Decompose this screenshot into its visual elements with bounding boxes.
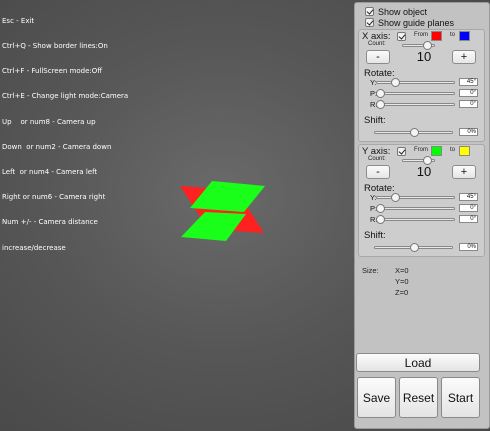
y-shift-thumb[interactable]	[410, 243, 419, 252]
x-shift-thumb[interactable]	[410, 128, 419, 137]
x-rotate-p-value[interactable]: 0°	[459, 89, 478, 97]
y-rotate-p-value[interactable]: 0°	[459, 204, 478, 212]
y-count-slider[interactable]	[402, 156, 435, 165]
x-shift-value[interactable]: 0%	[459, 128, 478, 136]
y-axis-group: Y axis: From to Count: - 10 + Rotate: Y:…	[358, 144, 485, 257]
x-to-label: to	[450, 32, 456, 38]
x-axis-group: X axis: From to Count: - 10 + Rotate: Y:…	[358, 29, 485, 142]
x-rotate-r-thumb[interactable]	[376, 100, 385, 109]
y-count-label: Count:	[368, 156, 386, 162]
y-from-label: From	[414, 147, 428, 153]
size-z-value: Z=0	[395, 288, 409, 297]
x-count-slider[interactable]	[402, 41, 435, 50]
size-label: Size:	[362, 266, 379, 275]
y-axis-checkbox[interactable]	[397, 147, 406, 156]
x-rotate-y-value[interactable]: 45°	[459, 78, 478, 86]
x-count-minus-button[interactable]: -	[366, 50, 390, 64]
start-button[interactable]: Start	[441, 377, 480, 418]
y-to-label: to	[450, 147, 456, 153]
y-shift-slider[interactable]	[374, 243, 453, 252]
show-guide-planes-label: Show guide planes	[378, 17, 455, 28]
y-rotate-p-slider[interactable]	[376, 204, 455, 213]
y-shift-label: Shift:	[364, 230, 386, 241]
y-rotate-r-thumb[interactable]	[376, 215, 385, 224]
show-object-row[interactable]: Show object	[365, 6, 427, 17]
x-rotate-r-slider[interactable]	[376, 100, 455, 109]
x-count-plus-button[interactable]: +	[452, 50, 476, 64]
x-from-color-swatch[interactable]	[431, 31, 442, 41]
y-rotate-p-thumb[interactable]	[376, 204, 385, 213]
show-object-checkbox[interactable]	[365, 7, 374, 16]
x-rotate-y-slider[interactable]	[376, 78, 455, 87]
y-from-color-swatch[interactable]	[431, 146, 442, 156]
y-count-value: 10	[416, 164, 432, 179]
size-y-value: Y=0	[395, 277, 409, 286]
size-x-value: X=0	[395, 266, 409, 275]
x-rotate-p-slider[interactable]	[376, 89, 455, 98]
y-shift-value[interactable]: 0%	[459, 243, 478, 251]
load-button[interactable]: Load	[356, 353, 480, 372]
x-shift-label: Shift:	[364, 115, 386, 126]
y-rotate-y-thumb[interactable]	[391, 193, 400, 202]
x-rotate-label: Rotate:	[364, 68, 395, 79]
green-plane-top	[190, 181, 265, 212]
x-rotate-p-thumb[interactable]	[376, 89, 385, 98]
save-button[interactable]: Save	[357, 377, 396, 418]
y-to-color-swatch[interactable]	[459, 146, 470, 156]
show-guide-planes-checkbox[interactable]	[365, 18, 374, 27]
show-guide-planes-row[interactable]: Show guide planes	[365, 17, 454, 28]
y-count-minus-button[interactable]: -	[366, 165, 390, 179]
x-axis-checkbox[interactable]	[397, 32, 406, 41]
green-plane-bottom	[181, 212, 246, 241]
x-from-label: From	[414, 32, 428, 38]
x-rotate-r-value[interactable]: 0°	[459, 100, 478, 108]
y-rotate-r-value[interactable]: 0°	[459, 215, 478, 223]
y-rotate-y-value[interactable]: 45°	[459, 193, 478, 201]
y-rotate-y-slider[interactable]	[376, 193, 455, 202]
3d-planes-scene	[180, 181, 265, 241]
reset-button[interactable]: Reset	[399, 377, 438, 418]
x-rotate-y-thumb[interactable]	[391, 78, 400, 87]
y-rotate-r-slider[interactable]	[376, 215, 455, 224]
show-object-label: Show object	[378, 6, 428, 17]
y-rotate-label: Rotate:	[364, 183, 395, 194]
y-count-plus-button[interactable]: +	[452, 165, 476, 179]
x-shift-slider[interactable]	[374, 128, 453, 137]
x-to-color-swatch[interactable]	[459, 31, 470, 41]
x-count-label: Count:	[368, 41, 386, 47]
x-count-value: 10	[416, 49, 432, 64]
